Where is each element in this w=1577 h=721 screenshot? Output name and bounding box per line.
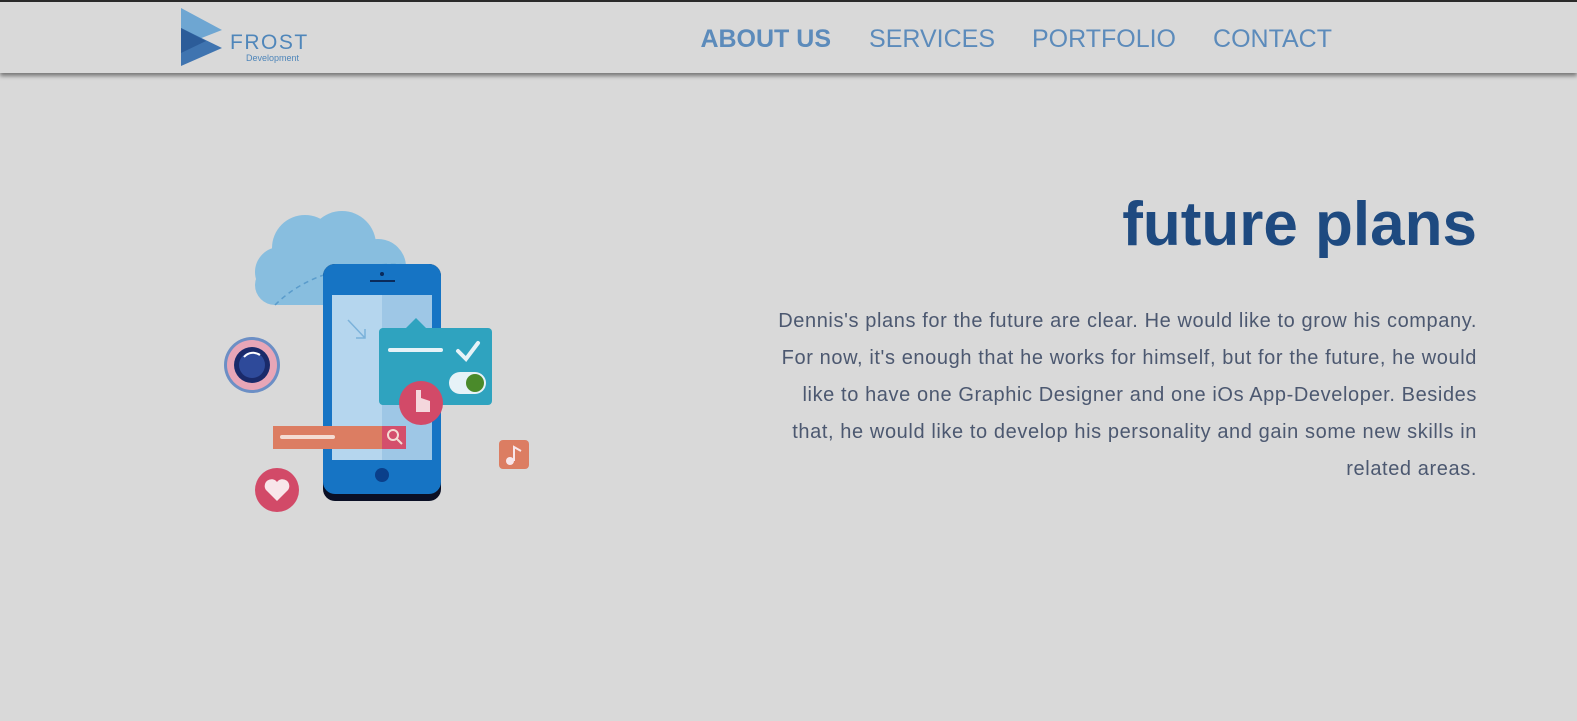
nav-contact[interactable]: CONTACT (1213, 24, 1332, 54)
mobile-app-cloud-illustration (220, 205, 540, 525)
page-title: future plans (1122, 190, 1477, 259)
toggle-switch-icon (449, 372, 486, 394)
nav-portfolio[interactable]: PORTFOLIO (1032, 24, 1176, 54)
pointer-hand-icon (399, 381, 443, 425)
brand-logo[interactable]: FROST Development (180, 8, 310, 68)
camera-lens-icon (224, 337, 280, 393)
top-navbar: FROST Development ABOUT US SERVICES PORT… (0, 2, 1577, 73)
search-bar-icon (273, 426, 406, 449)
heart-icon (255, 468, 299, 512)
brand-tagline: Development (246, 53, 300, 63)
future-plans-paragraph: Dennis's plans for the future are clear.… (778, 310, 1477, 480)
triangle-play-logo-icon (181, 8, 222, 66)
nav-services[interactable]: SERVICES (869, 24, 995, 54)
brand-name: FROST (230, 31, 309, 54)
music-note-icon (499, 440, 529, 469)
nav-about-us[interactable]: ABOUT US (700, 24, 831, 54)
